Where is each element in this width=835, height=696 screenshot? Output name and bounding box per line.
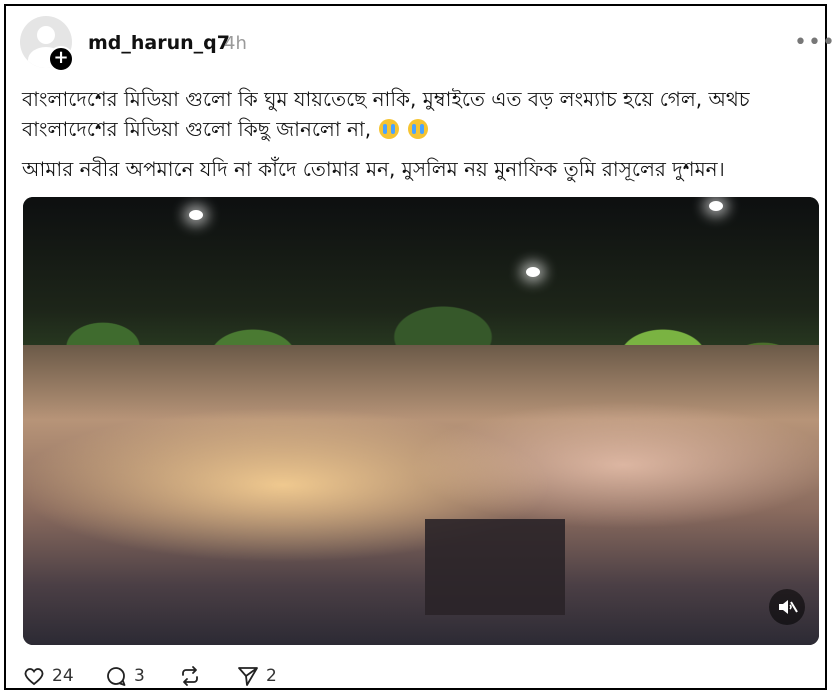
- send-icon: [238, 667, 258, 686]
- crying-face-icon: [379, 119, 400, 139]
- repost-button[interactable]: [178, 664, 202, 688]
- repost-icon: [182, 666, 198, 686]
- like-button[interactable]: 24: [22, 664, 74, 688]
- post-video[interactable]: [23, 197, 819, 645]
- share-count: 2: [266, 666, 277, 686]
- more-options-icon[interactable]: •••: [794, 30, 835, 55]
- heart-icon: [24, 668, 44, 686]
- post-time: 4h: [224, 33, 247, 54]
- video-foreground-shadow: [425, 519, 565, 615]
- muted-speaker-icon[interactable]: [769, 589, 805, 625]
- like-count: 24: [52, 666, 74, 686]
- post-text: বাংলাদেশের মিডিয়া গুলো কি ঘুম যায়তেছে …: [22, 84, 817, 194]
- post-text-line2: আমার নবীর অপমানে যদি না কাঁদে তোমার মন, …: [22, 157, 725, 181]
- avatar-head: [37, 26, 55, 44]
- username[interactable]: md_harun_q7: [88, 32, 230, 54]
- crying-face-icon: [407, 119, 428, 139]
- reply-button[interactable]: 3: [104, 664, 145, 688]
- video-light: [189, 210, 203, 220]
- video-light: [709, 201, 723, 211]
- video-light: [526, 267, 540, 277]
- reply-count: 3: [134, 666, 145, 686]
- comment-icon: [107, 667, 126, 686]
- post-text-line1: বাংলাদেশের মিডিয়া গুলো কি ঘুম যায়তেছে …: [22, 84, 817, 144]
- follow-plus-icon[interactable]: +: [48, 46, 74, 72]
- video-crowd: [23, 344, 819, 645]
- share-button[interactable]: 2: [236, 664, 277, 688]
- post-card: + md_harun_q7 4h ••• বাংলাদেশের মিডিয়া …: [4, 4, 835, 690]
